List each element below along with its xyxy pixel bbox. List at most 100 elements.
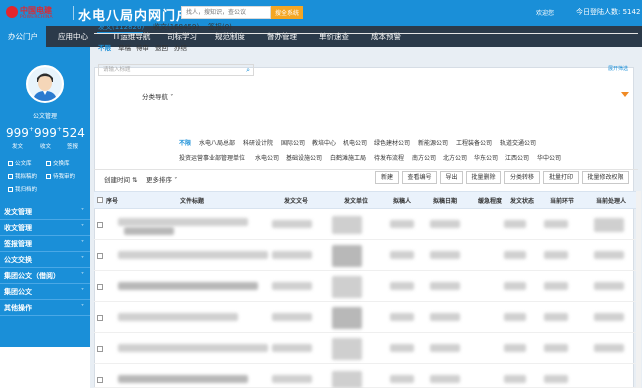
category-central[interactable]: 华中公司	[537, 153, 561, 162]
batch-permission-button[interactable]: 批量修改权限	[582, 171, 629, 184]
powerchina-logo[interactable]: 中国电建 POWERCHINA	[6, 4, 70, 22]
logo-icon	[6, 6, 18, 18]
category-investment[interactable]: 投资运营事业部管理单位	[179, 153, 245, 162]
sidebar-item-group-docs[interactable]: 集团公文 ˅	[0, 284, 90, 300]
select-all-checkbox[interactable]	[97, 197, 103, 203]
row-checkbox[interactable]	[97, 315, 103, 321]
nav-item-app-center[interactable]: 应用中心	[50, 26, 96, 47]
avatar-icon	[28, 67, 62, 101]
quick-link-exchange-library[interactable]: 交换库	[46, 159, 70, 167]
category-all[interactable]: 不限	[179, 138, 191, 147]
sidebar: 公文管理 999+ 999+ 524 发文 收文 签报 公文库 交换库 我拟稿的…	[0, 47, 90, 388]
top-header: 中国电建 POWERCHINA 水电八局内网门户 搜全系统 欢迎您 今日登陆人数…	[0, 0, 642, 26]
export-button[interactable]: 导出	[440, 171, 463, 184]
sort-created-time[interactable]: 创建时间 ⇅	[104, 174, 138, 184]
view-number-button[interactable]: 查看编号	[402, 171, 437, 184]
category-intl[interactable]: 国际公司	[281, 138, 305, 147]
stat-incoming-count[interactable]: 999+	[34, 126, 62, 140]
user-avatar[interactable]	[26, 65, 64, 103]
filter-all[interactable]: 不限	[98, 42, 111, 52]
category-east[interactable]: 华东公司	[474, 153, 498, 162]
nav-item-cost-warning[interactable]: 成本预警	[364, 26, 408, 47]
quick-link-doc-library[interactable]: 公文库	[8, 159, 32, 167]
row-checkbox[interactable]	[97, 222, 103, 228]
row-checkbox[interactable]	[97, 284, 103, 290]
row-checkbox[interactable]	[97, 253, 103, 259]
stat-petition-count[interactable]: 524	[62, 126, 85, 140]
filter-draft[interactable]: 草稿	[118, 42, 131, 52]
tab-petition[interactable]: 签报(0)	[208, 22, 232, 32]
category-baihetan[interactable]: 白鹤滩施工局	[330, 153, 366, 162]
table-row[interactable]	[94, 365, 638, 388]
category-pending-publish[interactable]: 待发布流程	[374, 153, 404, 162]
col-current-handler[interactable]: 当前处理人	[596, 196, 626, 205]
sidebar-item-group-borrow[interactable]: 集团公文（借阅） ˅	[0, 268, 90, 284]
category-hq[interactable]: 水电八局总部	[199, 138, 235, 147]
table-row[interactable]	[94, 272, 638, 302]
sidebar-item-incoming[interactable]: 收文管理 ˅	[0, 220, 90, 236]
category-transfer-button[interactable]: 分类转移	[504, 171, 540, 184]
col-doc-number[interactable]: 发文文号	[284, 196, 308, 205]
col-index[interactable]: 序号	[106, 196, 118, 205]
stat-outgoing-count[interactable]: 999+	[6, 126, 34, 140]
quick-link-my-archived[interactable]: 我归档的	[8, 185, 37, 193]
col-draft-date[interactable]: 拟稿日期	[433, 196, 457, 205]
batch-print-button[interactable]: 批量打印	[543, 171, 579, 184]
search-button[interactable]: 搜全系统	[271, 6, 303, 19]
quick-link-my-drafts[interactable]: 我拟稿的	[8, 172, 37, 180]
table-row[interactable]	[94, 241, 638, 271]
category-north[interactable]: 北方公司	[443, 153, 467, 162]
category-mech[interactable]: 机电公司	[343, 138, 367, 147]
toolbar-divider	[94, 169, 638, 170]
tab-incoming[interactable]: 收文(168459)	[153, 22, 199, 32]
col-title[interactable]: 文件标题	[180, 196, 204, 205]
search-icon[interactable]: ⌕	[246, 66, 250, 75]
chevron-down-icon: ˅	[81, 256, 84, 263]
filter-pending[interactable]: 待审	[136, 42, 149, 52]
category-nav-label[interactable]: 分类导航 ˅	[142, 91, 173, 101]
title-search-input[interactable]: 请输入标题 ⌕	[98, 64, 254, 76]
category-new-energy[interactable]: 新能源公司	[418, 138, 448, 147]
category-training[interactable]: 教培中心	[312, 138, 336, 147]
table-row[interactable]	[94, 210, 638, 240]
category-green-materials[interactable]: 绿色建材公司	[374, 138, 410, 147]
category-jiangxi[interactable]: 江西公司	[505, 153, 529, 162]
category-research[interactable]: 科研设计院	[243, 138, 273, 147]
col-status[interactable]: 发文状态	[510, 196, 534, 205]
sidebar-item-outgoing[interactable]: 发文管理 ˅	[0, 204, 90, 220]
category-south[interactable]: 南方公司	[412, 153, 436, 162]
sort-more[interactable]: 更多排序 ˅	[146, 174, 177, 184]
col-drafter[interactable]: 拟稿人	[393, 196, 411, 205]
category-equipment[interactable]: 工程装备公司	[456, 138, 492, 147]
stat-incoming-label: 收文	[40, 144, 52, 150]
tab-active-indicator	[97, 32, 143, 33]
category-rail[interactable]: 轨道交通公司	[500, 138, 536, 147]
col-urgency[interactable]: 缓急程度	[478, 196, 502, 205]
sidebar-item-other[interactable]: 其他操作 ˅	[0, 300, 90, 316]
sidebar-item-petition[interactable]: 签报管理 ˅	[0, 236, 90, 252]
nav-item-office-portal[interactable]: 办公门户	[0, 26, 46, 47]
category-infrastructure[interactable]: 基础设施公司	[286, 153, 322, 162]
expand-filters-link[interactable]: 展开筛选	[608, 65, 628, 72]
quick-link-pending-review[interactable]: 待我审的	[46, 172, 75, 180]
row-checkbox[interactable]	[97, 346, 103, 352]
new-button[interactable]: 新建	[375, 171, 399, 184]
filter-done[interactable]: 办结	[174, 42, 187, 52]
table-scrollbar[interactable]	[636, 191, 641, 388]
col-current-step[interactable]: 当前环节	[550, 196, 574, 205]
search-input[interactable]	[181, 6, 271, 19]
nav-item-supervision[interactable]: 督办管理	[260, 26, 304, 47]
library-icon	[8, 161, 13, 166]
category-hydropower[interactable]: 水电公司	[255, 153, 279, 162]
sidebar-item-exchange[interactable]: 公文交换 ˅	[0, 252, 90, 268]
row-checkbox[interactable]	[97, 377, 103, 383]
col-issuing-unit[interactable]: 发文单位	[344, 196, 368, 205]
batch-delete-button[interactable]: 批量删除	[466, 171, 501, 184]
tab-outgoing[interactable]: 发文(112826)	[98, 22, 144, 32]
nav-item-price-lookup[interactable]: 单价速查	[312, 26, 356, 47]
collapse-arrow-icon[interactable]	[621, 92, 629, 97]
table-row[interactable]	[94, 303, 638, 333]
filter-returned[interactable]: 退回	[155, 42, 168, 52]
archive-icon	[8, 187, 13, 192]
table-row[interactable]	[94, 334, 638, 364]
